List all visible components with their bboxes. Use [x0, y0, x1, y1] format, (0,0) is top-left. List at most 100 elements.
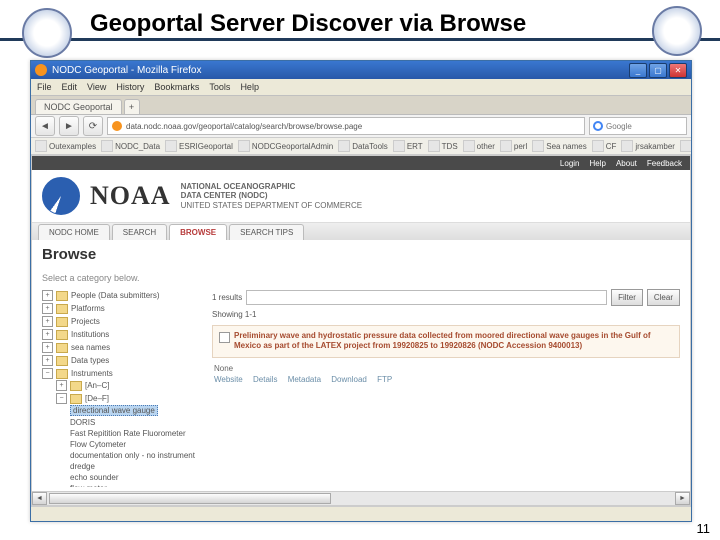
tree-leaf[interactable]: documentation only - no instrument [70, 450, 202, 461]
browse-page: Browse Select a category below. +People … [32, 240, 690, 491]
topnav-about[interactable]: About [616, 159, 637, 168]
back-button[interactable]: ◄ [35, 116, 55, 136]
result-title[interactable]: Preliminary wave and hydrostatic pressur… [234, 331, 651, 350]
bookmark-item[interactable]: perl [500, 140, 527, 152]
menu-file[interactable]: File [37, 82, 52, 92]
result-meta: None [214, 364, 680, 373]
search-box[interactable]: Google [589, 117, 687, 135]
bookmark-item[interactable]: DataTools [338, 140, 388, 152]
forward-button[interactable]: ► [59, 116, 79, 136]
scroll-thumb[interactable] [49, 493, 331, 504]
tree-leaf-selected[interactable]: directional wave gauge [70, 404, 202, 417]
tab-browse[interactable]: BROWSE [169, 224, 227, 240]
menu-help[interactable]: Help [240, 82, 259, 92]
menu-view[interactable]: View [87, 82, 106, 92]
browser-tab[interactable]: NODC Geoportal [35, 99, 122, 114]
title-rule [0, 38, 720, 41]
site-utility-nav: Login Help About Feedback [32, 156, 690, 170]
bookmark-item[interactable]: jrsakamber [621, 140, 675, 152]
bookmarks-toolbar: Outexamples NODC_Data ESRIGeoportal NODC… [31, 138, 691, 155]
link-metadata[interactable]: Metadata [288, 375, 321, 384]
expand-icon[interactable]: + [42, 303, 53, 314]
tree-node[interactable]: +Institutions [42, 328, 202, 341]
bookmark-icon [428, 140, 440, 152]
folder-icon [56, 317, 68, 327]
close-button[interactable]: ✕ [669, 63, 687, 78]
topnav-login[interactable]: Login [560, 159, 580, 168]
expand-icon[interactable]: + [42, 290, 53, 301]
bookmark-icon [500, 140, 512, 152]
browser-statusbar [31, 506, 691, 521]
expand-icon[interactable]: + [42, 342, 53, 353]
folder-icon [70, 381, 82, 391]
window-titlebar[interactable]: NODC Geoportal - Mozilla Firefox _ ▢ ✕ [31, 61, 691, 79]
tree-leaf[interactable]: Fast Repitition Rate Fluorometer [70, 428, 202, 439]
tree-leaf[interactable]: flow meter [70, 483, 202, 487]
bookmark-item[interactable]: TDS [428, 140, 458, 152]
tree-node[interactable]: +[An–C] [56, 379, 202, 392]
expand-icon[interactable]: + [42, 316, 53, 327]
search-placeholder: Google [606, 122, 632, 131]
link-details[interactable]: Details [253, 375, 277, 384]
bookmark-item[interactable]: Sea names [532, 140, 586, 152]
expand-icon[interactable]: + [42, 355, 53, 366]
bookmark-item[interactable]: Outexamples [35, 140, 96, 152]
results-count: 1 results [212, 293, 242, 302]
browser-tabstrip: NODC Geoportal + [31, 96, 691, 115]
scroll-right-icon[interactable]: ► [675, 492, 690, 505]
bookmark-item[interactable]: NODC_Data [101, 140, 160, 152]
horizontal-scrollbar[interactable]: ◄ ► [32, 491, 690, 505]
tab-search[interactable]: SEARCH [112, 224, 167, 240]
tree-leaf[interactable]: echo sounder [70, 472, 202, 483]
expand-icon[interactable]: + [42, 329, 53, 340]
bookmark-icon [621, 140, 633, 152]
menu-history[interactable]: History [116, 82, 144, 92]
bookmark-item[interactable]: NODCGeoportalAdmin [238, 140, 333, 152]
maximize-button[interactable]: ▢ [649, 63, 667, 78]
filter-input[interactable] [246, 290, 607, 305]
minimize-button[interactable]: _ [629, 63, 647, 78]
link-ftp[interactable]: FTP [377, 375, 392, 384]
agency-seal-left [22, 8, 72, 58]
firefox-icon [35, 64, 47, 76]
folder-icon [70, 394, 82, 404]
bookmark-icon [393, 140, 405, 152]
menu-edit[interactable]: Edit [62, 82, 78, 92]
bookmark-item[interactable]: ESRIGeoportal [165, 140, 233, 152]
filter-button[interactable]: Filter [611, 289, 643, 306]
tree-leaf[interactable]: dredge [70, 461, 202, 472]
tree-node[interactable]: +Data types [42, 354, 202, 367]
tab-search-tips[interactable]: SEARCH TIPS [229, 224, 304, 240]
link-download[interactable]: Download [331, 375, 367, 384]
tab-nodc-home[interactable]: NODC HOME [38, 224, 110, 240]
tree-node[interactable]: −[De–F] [56, 393, 202, 404]
bookmark-item[interactable]: other [463, 140, 495, 152]
tree-node[interactable]: +Platforms [42, 302, 202, 315]
bookmark-item[interactable]: CF [592, 140, 617, 152]
tree-leaf[interactable]: DORIS [70, 417, 202, 428]
tree-node[interactable]: +Projects [42, 315, 202, 328]
bookmark-item[interactable]: ERT [393, 140, 423, 152]
expand-icon[interactable]: + [56, 380, 67, 391]
tree-node[interactable]: +sea names [42, 341, 202, 354]
result-checkbox[interactable] [219, 332, 230, 343]
scroll-left-icon[interactable]: ◄ [32, 492, 47, 505]
collapse-icon[interactable]: − [42, 368, 53, 379]
menu-bookmarks[interactable]: Bookmarks [154, 82, 199, 92]
menu-tools[interactable]: Tools [209, 82, 230, 92]
topnav-help[interactable]: Help [590, 159, 606, 168]
tree-node[interactable]: +People (Data submitters) [42, 289, 202, 302]
bookmark-item[interactable]: ArcGIServer [680, 140, 691, 152]
link-website[interactable]: Website [214, 375, 243, 384]
nav-toolbar: ◄ ► ⟳ data.nodc.noaa.gov/geoportal/catal… [31, 115, 691, 138]
reload-button[interactable]: ⟳ [83, 116, 103, 136]
collapse-icon[interactable]: − [56, 393, 67, 404]
clear-button[interactable]: Clear [647, 289, 680, 306]
tree-node-instruments[interactable]: −Instruments [42, 368, 202, 379]
new-tab-button[interactable]: + [124, 99, 140, 114]
page-content: Login Help About Feedback NOAA NATIONAL … [31, 155, 691, 506]
page-heading: Browse [42, 246, 680, 263]
tree-leaf[interactable]: Flow Cytometer [70, 439, 202, 450]
address-bar[interactable]: data.nodc.noaa.gov/geoportal/catalog/sea… [107, 117, 585, 135]
topnav-feedback[interactable]: Feedback [647, 159, 682, 168]
